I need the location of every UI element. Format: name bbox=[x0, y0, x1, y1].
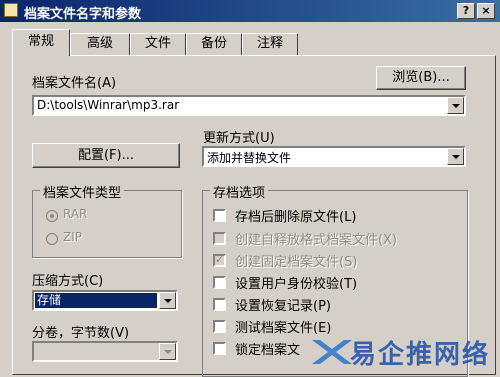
radio-zip[interactable] bbox=[46, 233, 58, 245]
chevron-down-icon[interactable] bbox=[447, 148, 464, 165]
tab-backup[interactable]: 备份 bbox=[186, 33, 242, 55]
config-button[interactable]: 配置(F)... bbox=[32, 143, 180, 168]
radio-zip-label: ZIP bbox=[63, 230, 82, 244]
archive-name-label: 档案文件名(A) bbox=[32, 76, 117, 91]
create-sfx-checkbox[interactable] bbox=[213, 232, 226, 245]
delete-after-checkbox[interactable] bbox=[213, 209, 226, 222]
watermark: 易企推网络 bbox=[308, 328, 500, 375]
update-mode-label: 更新方式(U) bbox=[203, 131, 275, 146]
browse-button[interactable]: 浏览(B)... bbox=[376, 66, 466, 90]
tab-files[interactable]: 文件 bbox=[130, 33, 186, 55]
delete-after-label: 存档后删除原文件(L) bbox=[235, 210, 357, 225]
close-button[interactable]: × bbox=[477, 3, 495, 19]
tab-comment[interactable]: 注释 bbox=[242, 33, 298, 55]
archive-options-label: 存档选项 bbox=[210, 182, 269, 201]
compression-value: 存储 bbox=[35, 293, 157, 308]
lock-archive-checkbox[interactable] bbox=[213, 342, 226, 355]
chevron-down-icon bbox=[159, 343, 176, 360]
create-sfx-label: 创建自释放格式档案文件(X) bbox=[235, 233, 398, 248]
watermark-text: 易企推网络 bbox=[350, 340, 491, 370]
archive-name-value: D:\tools\Winrar\mp3.rar bbox=[37, 98, 180, 112]
chevron-down-icon[interactable] bbox=[159, 292, 176, 309]
radio-rar[interactable] bbox=[46, 210, 58, 222]
title-bar: 档案文件名字和参数 ? × bbox=[0, 0, 500, 22]
archive-type-label: 档案文件类型 bbox=[40, 182, 125, 201]
recovery-record-checkbox[interactable] bbox=[213, 298, 226, 311]
tab-advanced[interactable]: 高级 bbox=[70, 33, 130, 55]
test-archive-checkbox[interactable] bbox=[213, 320, 226, 333]
radio-rar-label: RAR bbox=[63, 207, 88, 221]
lock-archive-label: 锁定档案文 bbox=[235, 343, 301, 358]
archive-name-combo[interactable]: D:\tools\Winrar\mp3.rar bbox=[32, 95, 466, 116]
create-solid-checkbox[interactable] bbox=[213, 253, 226, 267]
compression-combo[interactable]: 存储 bbox=[32, 290, 178, 311]
authenticity-label: 设置用户身份校验(T) bbox=[235, 277, 358, 292]
window-title: 档案文件名字和参数 bbox=[24, 7, 142, 22]
tab-general[interactable]: 常规 bbox=[12, 29, 70, 56]
authenticity-checkbox[interactable] bbox=[213, 276, 226, 289]
help-button[interactable]: ? bbox=[457, 3, 475, 19]
recovery-record-label: 设置恢复记录(P) bbox=[235, 299, 331, 314]
volumes-label: 分卷，字节数(V) bbox=[32, 326, 130, 341]
volumes-combo[interactable] bbox=[32, 341, 178, 362]
watermark-logo-icon bbox=[312, 340, 352, 364]
update-mode-value: 添加并替换文件 bbox=[207, 151, 292, 165]
archive-icon bbox=[4, 3, 18, 17]
compression-label: 压缩方式(C) bbox=[32, 274, 104, 289]
chevron-down-icon[interactable] bbox=[447, 97, 464, 114]
update-mode-combo[interactable]: 添加并替换文件 bbox=[202, 146, 466, 167]
create-solid-label: 创建固定档案文件(S) bbox=[235, 255, 358, 270]
